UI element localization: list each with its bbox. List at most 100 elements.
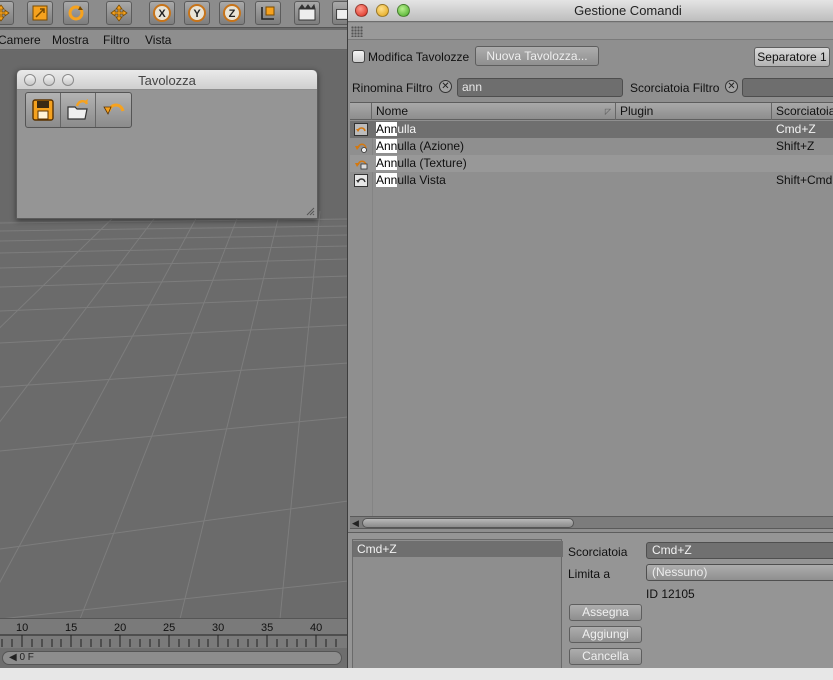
palette-options-row: Modifica Tavolozze Nuova Tavolozza... Se…: [348, 42, 833, 70]
window-title: Gestione Comandi: [574, 3, 682, 18]
new-palette-button[interactable]: Nuova Tavolozza...: [475, 46, 599, 66]
menu-vista[interactable]: Vista: [145, 33, 171, 47]
undo-action-icon: [355, 143, 367, 153]
assign-button[interactable]: Assegna: [569, 604, 642, 621]
command-name: Annulla (Azione): [376, 138, 464, 155]
separator-button[interactable]: Separatore 1: [754, 47, 830, 67]
command-name-rest: ulla (Texture): [397, 156, 467, 170]
command-shortcut: Shift+Z: [776, 139, 815, 153]
column-header-plugin[interactable]: Plugin: [616, 103, 772, 120]
palette-toolbar: [25, 92, 132, 128]
table-row[interactable]: Annulla Cmd+Z: [350, 121, 833, 138]
shortcut-label: Scorciatoia: [568, 545, 628, 559]
open-icon[interactable]: [61, 93, 96, 127]
shortcut-list-item[interactable]: Cmd+Z: [353, 541, 563, 557]
edit-palettes-checkbox[interactable]: [352, 50, 365, 63]
shortcut-filter-input[interactable]: [742, 78, 833, 97]
commands-table: Nome ◸ Plugin Scorciatoia Annulla Cmd+Z A…: [350, 102, 833, 517]
name-filter-input[interactable]: ann: [457, 78, 623, 97]
current-frame-field[interactable]: ◀ 0 F: [2, 651, 342, 665]
table-row[interactable]: Annulla (Azione) Shift+Z: [350, 138, 833, 155]
column-header-scorciatoia[interactable]: Scorciatoia: [772, 103, 833, 120]
save-icon[interactable]: [26, 93, 61, 127]
resize-grip-icon[interactable]: [305, 206, 315, 216]
scale-icon[interactable]: [27, 1, 53, 25]
svg-text:X: X: [158, 8, 166, 20]
command-name: Annulla (Texture): [376, 155, 467, 172]
menu-mostra[interactable]: Mostra: [52, 33, 89, 47]
coordinate-system-icon[interactable]: [255, 1, 281, 25]
filter-match-highlight: Ann: [376, 139, 398, 153]
ruler-label: 10: [16, 622, 29, 634]
desktop-strip: [0, 668, 833, 680]
shortcut-field[interactable]: Cmd+Z: [646, 542, 833, 559]
rename-filter-label: Rinomina Filtro: [352, 81, 433, 95]
column-header-nome[interactable]: Nome ◸: [372, 103, 616, 120]
table-row[interactable]: Annulla Vista Shift+Cmd: [350, 172, 833, 189]
shortcut-filter-label: Scorciatoia Filtro: [630, 81, 720, 95]
y-axis-icon[interactable]: Y: [184, 1, 210, 25]
ruler-label: 25: [163, 622, 176, 634]
filter-match-highlight: Ann: [376, 156, 398, 170]
undo-view-icon: [354, 174, 368, 187]
z-axis-icon[interactable]: Z: [219, 1, 245, 25]
undo-icon[interactable]: [96, 93, 131, 127]
command-shortcut: Cmd+Z: [776, 122, 816, 136]
undo-texture-icon: [355, 160, 368, 170]
filter-match-highlight: Ann: [376, 173, 398, 187]
rotate-icon[interactable]: [63, 1, 89, 25]
command-name-rest: ulla (Azione): [397, 139, 465, 153]
move-axis-icon[interactable]: [106, 1, 132, 25]
command-id-text: ID 12105: [646, 587, 695, 601]
scrollbar-thumb[interactable]: [362, 518, 574, 528]
palette-window: Tavolozza: [16, 69, 318, 219]
shortcut-list[interactable]: Cmd+Z: [352, 539, 563, 672]
palette-title: Tavolozza: [138, 73, 196, 88]
ruler-label: 15: [65, 622, 78, 634]
command-manager-window: Gestione Comandi Modifica Tavolozze Nuov…: [347, 0, 833, 680]
icon-column-header[interactable]: [350, 103, 372, 120]
shortcut-details-panel: Cmd+Z Scorciatoia Cmd+Z Limita a (Nessun…: [348, 532, 833, 680]
render-settings-icon[interactable]: [332, 1, 348, 25]
ruler-label: 40: [310, 622, 323, 634]
table-row[interactable]: Annulla (Texture): [350, 155, 833, 172]
window-zoom-button[interactable]: [397, 4, 410, 17]
window-close-button[interactable]: [355, 4, 368, 17]
window-minimize-button[interactable]: [376, 4, 389, 17]
add-button[interactable]: Aggiungi: [569, 626, 642, 643]
command-shortcut: Shift+Cmd: [776, 173, 833, 187]
command-name-rest: ulla: [397, 122, 417, 136]
move-icon[interactable]: [0, 1, 14, 25]
main-toolbar: X Y Z: [0, 0, 348, 28]
filter-match-highlight: Ann: [376, 122, 398, 136]
ruler-label: 20: [114, 622, 127, 634]
timeline-ruler[interactable]: 10 15 20 25 30 35 40: [0, 618, 348, 648]
filter-row: Rinomina Filtro ✕ ann Scorciatoia Filtro…: [348, 76, 833, 100]
scroll-left-icon[interactable]: ◀: [352, 518, 362, 528]
clear-shortcut-filter-icon[interactable]: ✕: [725, 80, 738, 93]
svg-text:Z: Z: [229, 8, 236, 20]
edit-palettes-label: Modifica Tavolozze: [368, 50, 470, 64]
menu-camere[interactable]: Camere: [0, 33, 41, 47]
limit-to-dropdown[interactable]: (Nessuno): [646, 564, 833, 581]
grip-dots-icon: [351, 26, 363, 37]
table-header: Nome ◸ Plugin Scorciatoia: [350, 103, 833, 120]
clear-name-filter-icon[interactable]: ✕: [439, 80, 452, 93]
command-name-rest: ulla Vista: [397, 173, 446, 187]
menu-filtro[interactable]: Filtro: [103, 33, 130, 47]
column-header-label: Nome: [376, 104, 409, 118]
viewport-menubar: Camere Mostra Filtro Vista: [0, 30, 348, 50]
undo-icon: [354, 123, 368, 136]
command-name: Annulla: [376, 121, 416, 138]
horizontal-scrollbar[interactable]: ◀: [350, 516, 833, 529]
command-name: Annulla Vista: [376, 172, 446, 189]
render-view-icon[interactable]: [294, 1, 320, 25]
command-manager-titlebar[interactable]: Gestione Comandi: [348, 0, 833, 22]
delete-button[interactable]: Cancella: [569, 648, 642, 665]
ruler-label: 35: [261, 622, 274, 634]
panel-grip[interactable]: [348, 23, 833, 40]
time-bar: ◀ 0 F: [0, 648, 348, 668]
palette-titlebar[interactable]: Tavolozza: [17, 70, 317, 90]
x-axis-icon[interactable]: X: [149, 1, 175, 25]
ruler-label: 30: [212, 622, 225, 634]
